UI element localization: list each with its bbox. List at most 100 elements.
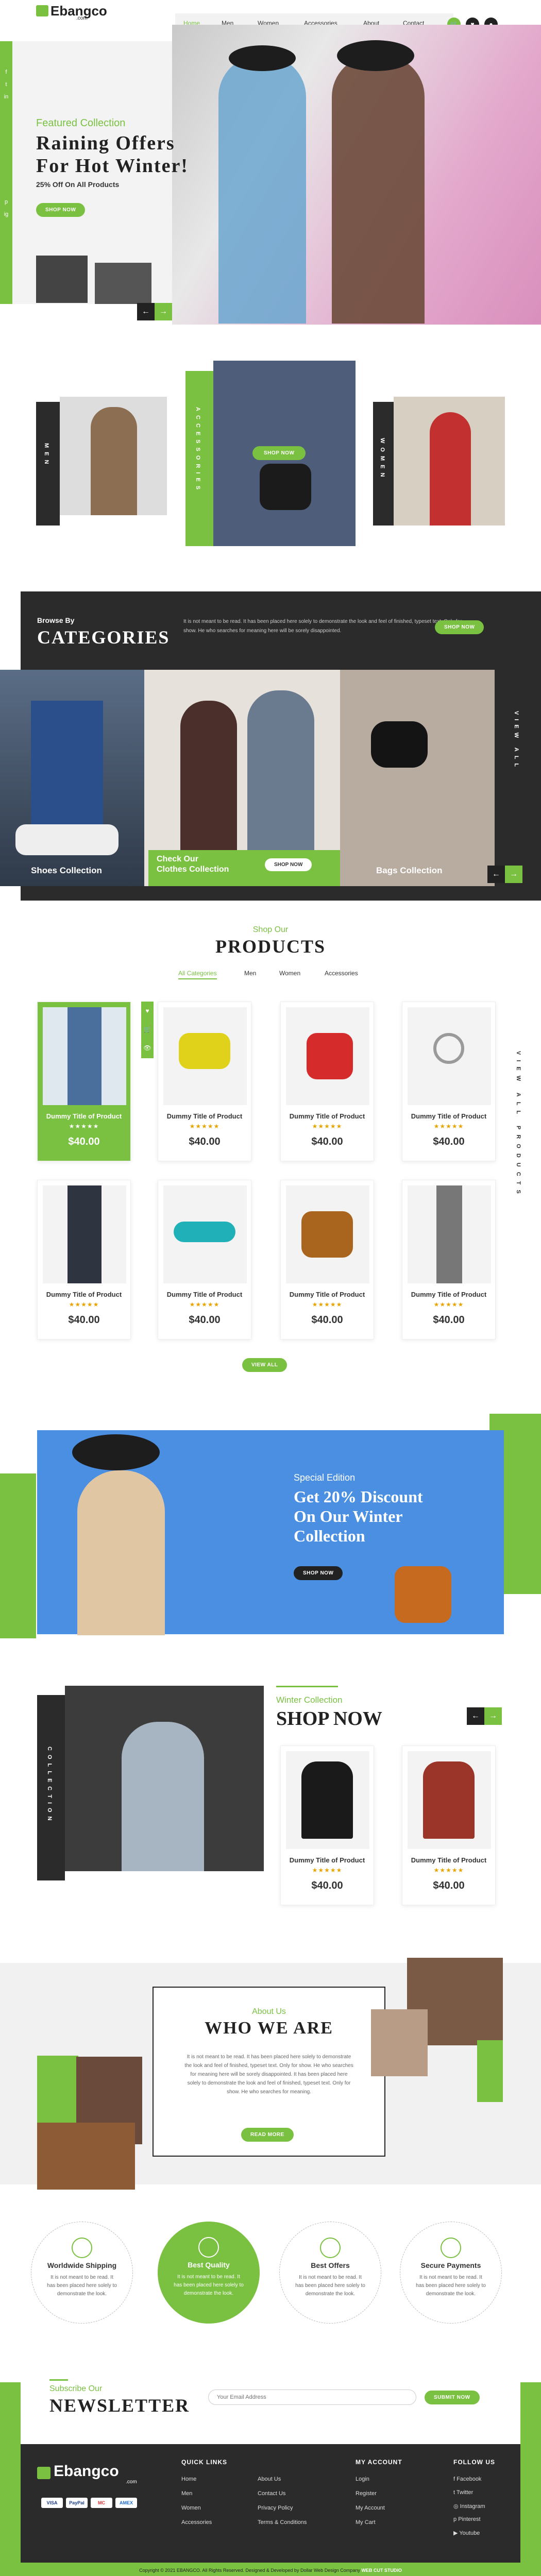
product-card[interactable]: Dummy Title of Product ★★★★★ $40.00 (158, 1002, 251, 1161)
categories-shop-now-button[interactable]: SHOP NOW (435, 620, 484, 634)
categories-text: It is not meant to be read. It has been … (183, 619, 462, 634)
winter-kicker: Winter Collection (276, 1695, 343, 1705)
footer-link-contact[interactable]: Contact Us (258, 2490, 285, 2497)
about-read-more-button[interactable]: READ MORE (241, 2128, 294, 2142)
special-title: Get 20% Discount On Our Winter Collectio… (294, 1487, 500, 1546)
footer-link-twitter-label: Twitter (456, 2489, 474, 2496)
footer-link-twitter[interactable]: t Twitter (453, 2489, 473, 2496)
hero-title-line1: Raining Offers (36, 132, 175, 154)
about-image-right-mid (371, 2009, 428, 2076)
hero-shop-now-button[interactable]: SHOP NOW (36, 203, 86, 217)
hero-next-arrow[interactable]: → (155, 303, 172, 320)
footer-logo-cart-icon (37, 2467, 50, 2479)
youtube-icon: ▶ (453, 2530, 460, 2536)
bags-tile-label: Bags Collection (376, 866, 443, 875)
feature-text: It is not meant to be read. It has been … (47, 2275, 117, 2297)
copyright-link[interactable]: WEB CUT STUDIO (361, 2568, 402, 2573)
bags-tile[interactable] (340, 670, 495, 886)
footer-link-my-cart[interactable]: My Cart (356, 2519, 376, 2526)
social-icons[interactable]: f t in (3, 66, 9, 103)
footer-link-men[interactable]: Men (181, 2490, 192, 2497)
footer-link-my-account[interactable]: My Account (356, 2505, 385, 2511)
hero-thumb-1[interactable] (36, 256, 88, 303)
twitter-icon[interactable]: t (3, 78, 9, 91)
footer-link-home[interactable]: Home (181, 2476, 196, 2482)
model-figure (77, 1470, 165, 1635)
footer-link-about[interactable]: About Us (258, 2476, 281, 2482)
hero-thumb-2[interactable] (95, 263, 151, 304)
tab-women[interactable]: Women (279, 970, 300, 977)
footer-link-login[interactable]: Login (356, 2476, 369, 2482)
product-price: $40.00 (311, 1880, 343, 1891)
winter-next-arrow[interactable]: → (484, 1707, 502, 1725)
products-view-all-button[interactable]: VIEW ALL (242, 1358, 288, 1372)
about-text: It is not meant to be read. It has been … (184, 2054, 353, 2095)
products-kicker: Shop Our (252, 925, 289, 934)
categories-next-arrow[interactable]: → (505, 866, 522, 883)
footer-link-privacy[interactable]: Privacy Policy (258, 2505, 293, 2511)
newsletter-submit-button[interactable]: SUBMIT NOW (425, 2391, 480, 2404)
heart-icon[interactable]: ♥ (141, 1002, 154, 1020)
hero-subtitle: 25% Off On All Products (36, 180, 120, 189)
product-card[interactable]: Dummy Title of Product ★★★★★ $40.00 (280, 1180, 374, 1340)
footer-logo[interactable]: Ebangco (54, 2463, 119, 2480)
shoe-shape (15, 824, 119, 855)
categories-view-all[interactable]: VIEW ALL (513, 711, 519, 771)
tab-men[interactable]: Men (244, 970, 256, 977)
cart-icon[interactable]: 🛒 (141, 1020, 154, 1039)
instagram-icon[interactable]: ig (3, 208, 9, 221)
social-icons-2[interactable]: p ig (3, 196, 9, 221)
shoes-tile-label: Shoes Collection (31, 866, 102, 875)
facebook-icon[interactable]: f (3, 66, 9, 78)
footer-link-pinterest[interactable]: p Pinterest (453, 2516, 481, 2522)
footer-link-facebook-label: Facebook (457, 2476, 482, 2482)
feature-text: It is not meant to be read. It has been … (416, 2275, 486, 2297)
view-all-products-link[interactable]: VIEW ALL PRODUCTS (515, 1051, 521, 1199)
special-shop-now-button[interactable]: SHOP NOW (294, 1566, 343, 1580)
product-card[interactable]: Dummy Title of Product ★★★★★ $40.00 (158, 1180, 251, 1340)
product-price: $40.00 (433, 1880, 465, 1891)
categories-prev-arrow[interactable]: ← (487, 866, 505, 883)
winter-model-image (65, 1686, 264, 1871)
man-figure (247, 690, 314, 855)
feature-text: It is not meant to be read. It has been … (174, 2274, 244, 2296)
linkedin-icon[interactable]: in (3, 91, 9, 103)
logo-cart-icon (36, 5, 48, 16)
jeans-shape (67, 1185, 102, 1283)
men-image[interactable] (60, 397, 167, 515)
product-card[interactable]: Dummy Title of Product ★★★★★ $40.00 (402, 1180, 496, 1340)
footer-link-facebook[interactable]: f Facebook (453, 2476, 481, 2482)
hero-prev-arrow[interactable]: ← (137, 303, 155, 320)
footer-link-accessories[interactable]: Accessories (181, 2519, 212, 2526)
feature-title: Secure Payments (420, 2261, 481, 2269)
product-price: $40.00 (68, 1136, 100, 1147)
product-card[interactable]: Dummy Title of Product ★★★★★ $40.00 (37, 1180, 131, 1340)
feature-worldwide-shipping: Worldwide Shipping It is not meant to be… (31, 2222, 133, 2324)
women-image[interactable] (394, 397, 505, 526)
product-card[interactable]: Dummy Title of Product ★★★★★ $40.00 (37, 1002, 131, 1161)
pinterest-icon[interactable]: p (3, 196, 9, 208)
winter-prev-arrow[interactable]: ← (467, 1707, 484, 1725)
footer-link-terms[interactable]: Terms & Conditions (258, 2519, 307, 2526)
footer-link-youtube[interactable]: ▶ Youtube (453, 2530, 480, 2536)
clothes-shop-now-button[interactable]: SHOP NOW (265, 858, 312, 871)
tab-accessories[interactable]: Accessories (325, 970, 358, 977)
footer-link-instagram[interactable]: ◎ Instagram (453, 2503, 485, 2510)
about-title: WHO WE ARE (205, 2019, 333, 2038)
product-title: Dummy Title of Product (166, 1291, 243, 1298)
special-accent-left (0, 1473, 36, 1638)
product-title: Dummy Title of Product (46, 1112, 122, 1120)
footer-link-register[interactable]: Register (356, 2490, 377, 2497)
footer-link-women[interactable]: Women (181, 2505, 201, 2511)
tab-all-categories[interactable]: All Categories (178, 970, 217, 979)
collections-shop-now-button[interactable]: SHOP NOW (252, 446, 306, 460)
product-card[interactable]: Dummy Title of Product ★★★★★ $40.00 (402, 1002, 496, 1161)
product-card[interactable]: Dummy Title of Product ★★★★★ $40.00 (280, 1745, 374, 1905)
product-card[interactable]: Dummy Title of Product ★★★★★ $40.00 (402, 1745, 496, 1905)
view-icon[interactable]: 👁 (141, 1039, 154, 1057)
shoes-tile[interactable] (0, 670, 144, 886)
newsletter-email-input[interactable] (208, 2389, 416, 2405)
newsletter-title: NEWSLETTER (49, 2395, 190, 2416)
product-card[interactable]: Dummy Title of Product ★★★★★ $40.00 (280, 1002, 374, 1161)
product-title: Dummy Title of Product (411, 1856, 487, 1864)
